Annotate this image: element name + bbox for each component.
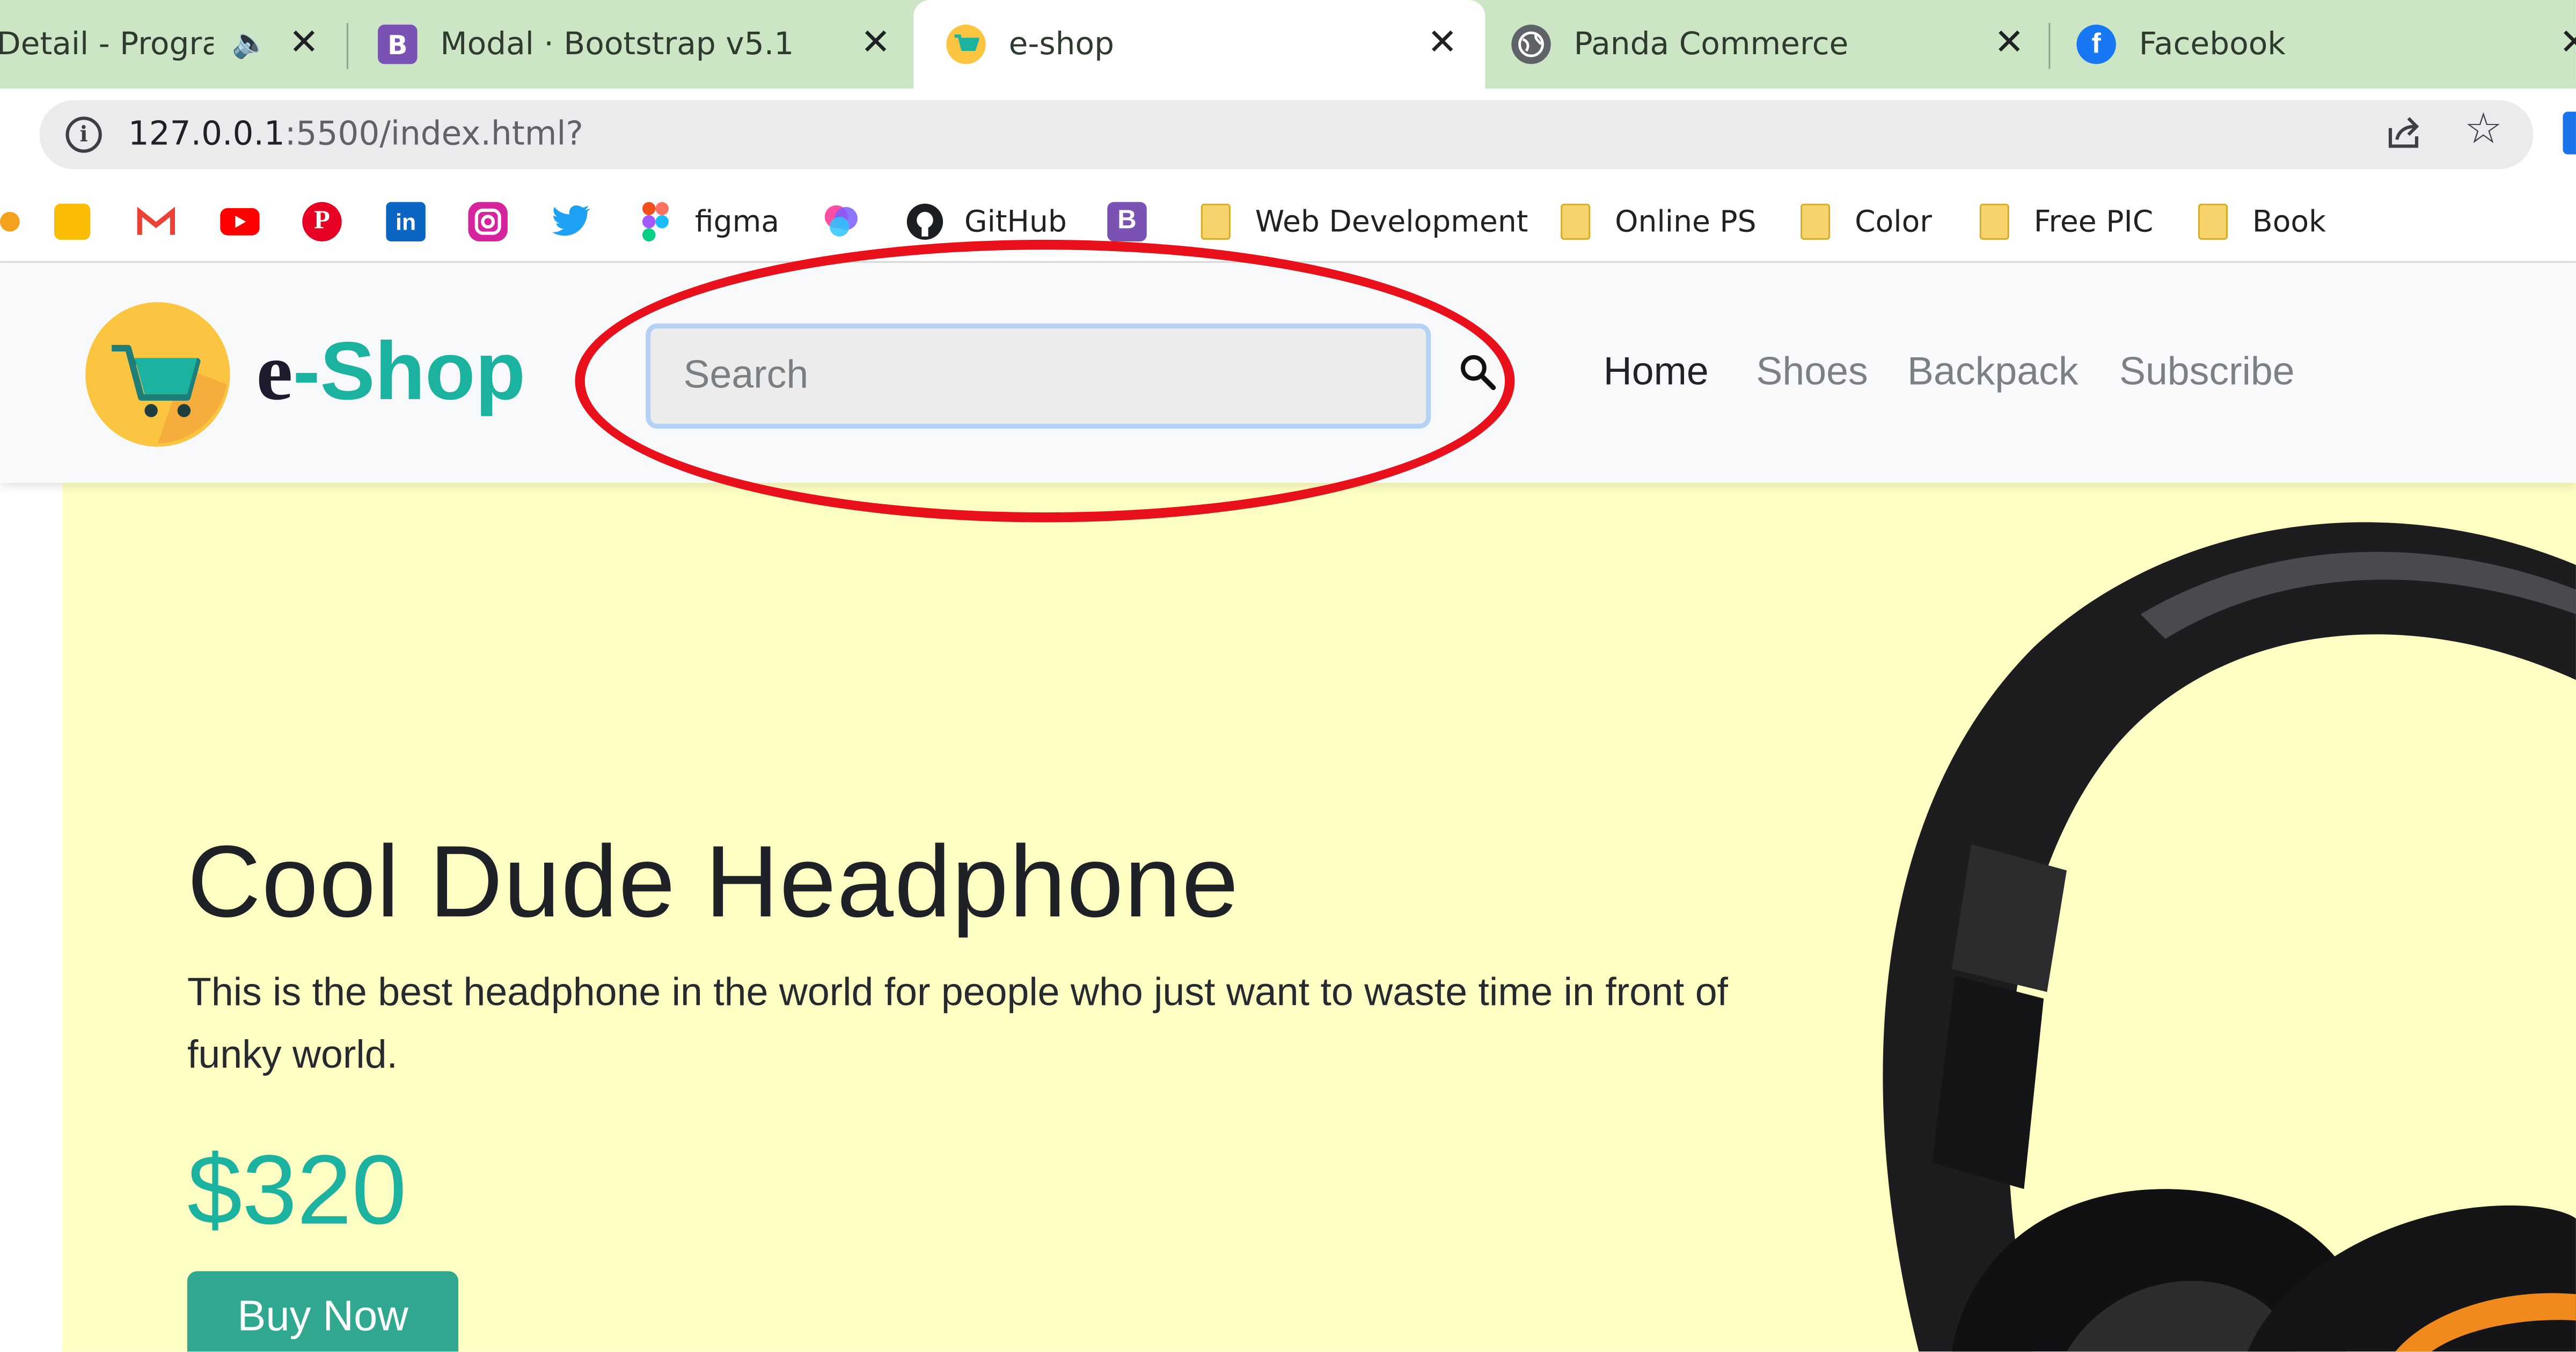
tab-title: Detail - Program: [0, 26, 214, 63]
folder-icon: [1975, 202, 2014, 241]
hero-description: This is the best headphone in the world …: [187, 971, 1728, 1078]
bookmark-partial[interactable]: [0, 199, 30, 245]
brand-name[interactable]: e-Shop: [257, 324, 526, 419]
site-info-icon[interactable]: i: [65, 116, 102, 153]
bookmark-github[interactable]: GitHub: [905, 199, 1067, 245]
bookmark-label: Color: [1855, 204, 1932, 239]
extension-icon[interactable]: [2563, 112, 2576, 155]
close-tab-icon[interactable]: ✕: [2553, 20, 2576, 66]
bootstrap-icon: B: [1107, 202, 1147, 241]
globe-icon: [1511, 24, 1551, 64]
bookmark-pinterest[interactable]: P: [302, 199, 342, 245]
close-tab-icon[interactable]: ✕: [854, 20, 897, 66]
tab-bootstrap-modal[interactable]: B Modal · Bootstrap v5.1 ✕: [378, 0, 912, 89]
tab-detail-program[interactable]: Detail - Program 🔈 ✕: [0, 0, 342, 89]
folder-icon: [1196, 202, 1235, 241]
nav-link-home[interactable]: Home: [1604, 350, 1709, 396]
brand-shop: -Shop: [292, 325, 526, 417]
facebook-icon: f: [2076, 24, 2116, 64]
site-navbar: e-Shop Home Shoes Backpack Subscribe: [0, 264, 2576, 483]
bookmark-keep[interactable]: [53, 199, 92, 245]
bootstrap-icon: B: [378, 24, 418, 64]
bookmark-folder-online-ps[interactable]: Online PS: [1556, 199, 1757, 245]
bookmark-youtube[interactable]: [220, 199, 260, 245]
hero-title: Cool Dude Headphone: [187, 826, 1240, 940]
figma-icon: [636, 202, 675, 241]
bookmark-label: GitHub: [964, 204, 1067, 239]
tab-title: Modal · Bootstrap v5.1: [440, 26, 794, 63]
browser-window: Detail - Program 🔈 ✕ B Modal · Bootstrap…: [0, 0, 2576, 1352]
bookmarks-bar: P in figma GitHub B Web Development Onli…: [0, 180, 2576, 263]
browser-toolbar: i 127.0.0.1:5500/index.html? ☆: [0, 89, 2576, 181]
headphone-image: [1883, 522, 2576, 1352]
hero-price: $320: [187, 1135, 407, 1245]
buy-now-button[interactable]: Buy Now: [187, 1271, 459, 1352]
search-input[interactable]: [646, 324, 1431, 429]
brand-e: e: [256, 325, 293, 417]
twitter-icon: [552, 202, 591, 241]
bookmark-twitter[interactable]: [552, 199, 591, 245]
github-icon: [905, 202, 945, 241]
tab-facebook[interactable]: f Facebook ✕: [2076, 0, 2576, 89]
bookmark-label: Online PS: [1615, 204, 1757, 239]
close-tab-icon[interactable]: ✕: [1421, 20, 1464, 66]
shopping-cart-icon: [112, 344, 227, 444]
cart-icon: [946, 24, 986, 64]
pinterest-icon: P: [302, 202, 342, 241]
bookmark-folder-book[interactable]: Book: [2193, 199, 2326, 245]
url-text[interactable]: 127.0.0.1:5500/index.html?: [128, 113, 583, 152]
nav-link-subscribe[interactable]: Subscribe: [2119, 350, 2295, 396]
url-path: :5500/index.html?: [284, 113, 583, 153]
keep-icon: [53, 202, 92, 241]
youtube-icon: [220, 202, 260, 241]
bookmark-icon: [0, 202, 30, 241]
share-icon[interactable]: [2382, 112, 2425, 155]
folder-icon: [2193, 202, 2233, 241]
instagram-icon: [468, 202, 508, 241]
folder-icon: [1796, 202, 1835, 241]
tab-title: e-shop: [1008, 26, 1115, 63]
bookmark-instagram[interactable]: [468, 199, 508, 245]
bookmark-folder-free-pic[interactable]: Free PIC: [1975, 199, 2154, 245]
bookmark-linkedin[interactable]: in: [386, 199, 426, 245]
nav-link-backpack[interactable]: Backpack: [1907, 350, 2079, 396]
tab-divider: [346, 23, 348, 69]
tab-title: Facebook: [2139, 26, 2286, 63]
logo[interactable]: [85, 302, 230, 447]
linkedin-icon: in: [386, 202, 426, 241]
bookmark-label: figma: [694, 204, 780, 239]
nav-link-shoes[interactable]: Shoes: [1756, 350, 1868, 396]
tab-title: Panda Commerce: [1574, 26, 1849, 63]
url-host: 127.0.0.1: [128, 113, 285, 153]
gmail-icon: [136, 202, 175, 241]
bookmark-label: Free PIC: [2033, 204, 2154, 239]
hero-banner: Cool Dude Headphone This is the best hea…: [62, 482, 2576, 1352]
bookmark-color-drop[interactable]: [822, 199, 861, 245]
bookmark-star-icon[interactable]: ☆: [2464, 105, 2502, 155]
tab-eshop[interactable]: e-shop ✕: [913, 0, 1485, 89]
folder-icon: [1556, 202, 1595, 241]
bookmark-folder-web-development[interactable]: Web Development: [1196, 199, 1528, 245]
close-tab-icon[interactable]: ✕: [1988, 20, 2031, 66]
color-drop-icon: [822, 202, 861, 241]
search-icon[interactable]: [1452, 347, 1505, 399]
tab-divider: [2048, 23, 2051, 69]
bookmark-label: Book: [2252, 204, 2326, 239]
close-tab-icon[interactable]: ✕: [283, 20, 326, 66]
bookmark-bootstrap[interactable]: B: [1107, 199, 1147, 245]
bookmark-gmail[interactable]: [136, 199, 175, 245]
tab-panda-commerce[interactable]: Panda Commerce ✕: [1511, 0, 2045, 89]
tab-strip: Detail - Program 🔈 ✕ B Modal · Bootstrap…: [0, 0, 2576, 89]
speaker-icon[interactable]: 🔈: [232, 26, 269, 61]
bookmark-folder-color[interactable]: Color: [1796, 199, 1932, 245]
bookmark-figma[interactable]: figma: [636, 199, 779, 245]
address-bar[interactable]: i 127.0.0.1:5500/index.html? ☆: [39, 100, 2534, 170]
bookmark-label: Web Development: [1255, 204, 1528, 239]
